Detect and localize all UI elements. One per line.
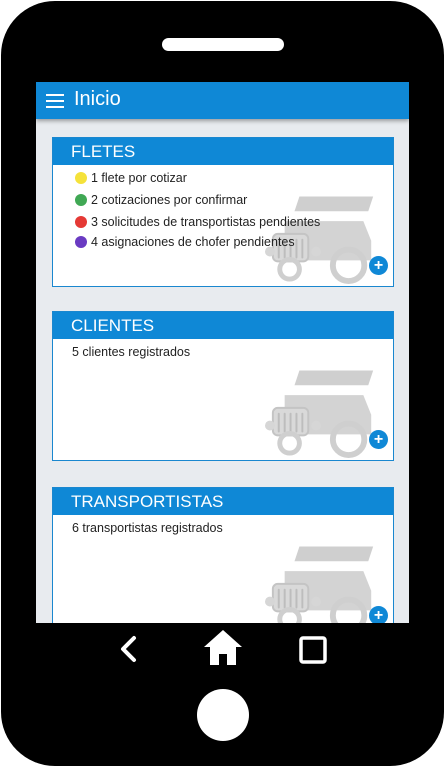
transportistas-card[interactable]: TRANSPORTISTAS 6 transportistas registra… bbox=[52, 487, 394, 623]
clientes-card[interactable]: CLIENTES 5 clientes registrados + bbox=[52, 311, 394, 461]
status-dot-red bbox=[75, 216, 87, 228]
page-title: Inicio bbox=[74, 88, 121, 110]
clientes-count-text: 5 clientes registrados bbox=[72, 345, 191, 359]
transportistas-count-text: 6 transportistas registrados bbox=[72, 521, 223, 535]
phone-speaker bbox=[162, 38, 284, 51]
navigation-bar bbox=[0, 623, 446, 683]
fletes-card-body: 1 flete por cotizar 2 cotizaciones por c… bbox=[53, 165, 393, 286]
fletes-card-title: FLETES bbox=[53, 138, 393, 165]
hamburger-menu-icon[interactable] bbox=[46, 94, 64, 108]
add-transportista-button[interactable]: + bbox=[369, 606, 388, 623]
app-screen: Inicio FLETES 1 flete por cotizar 2 coti… bbox=[36, 82, 409, 623]
status-dot-yellow bbox=[75, 172, 87, 184]
status-dot-purple bbox=[75, 236, 87, 248]
add-cliente-button[interactable]: + bbox=[369, 430, 388, 449]
transportistas-card-title: TRANSPORTISTAS bbox=[53, 488, 393, 515]
fletes-item-solicitudes[interactable]: 3 solicitudes de transportistas pendient… bbox=[91, 215, 320, 229]
transportistas-card-body: 6 transportistas registrados + bbox=[53, 515, 393, 623]
clientes-card-title: CLIENTES bbox=[53, 312, 393, 339]
back-chevron-icon[interactable] bbox=[114, 635, 142, 663]
recents-square-icon[interactable] bbox=[299, 636, 327, 664]
add-flete-button[interactable]: + bbox=[369, 256, 388, 275]
fletes-item-cotizar[interactable]: 1 flete por cotizar bbox=[91, 171, 187, 185]
fletes-item-asignaciones[interactable]: 4 asignaciones de chofer pendientes bbox=[91, 235, 295, 249]
fletes-item-confirmar[interactable]: 2 cotizaciones por confirmar bbox=[91, 193, 247, 207]
truck-icon bbox=[265, 341, 383, 459]
status-dot-green bbox=[75, 194, 87, 206]
truck-icon bbox=[265, 517, 383, 623]
home-icon[interactable] bbox=[203, 628, 243, 666]
fletes-card[interactable]: FLETES 1 flete por cotizar 2 cotizacione… bbox=[52, 137, 394, 287]
app-bar: Inicio bbox=[36, 82, 409, 119]
physical-home-button[interactable] bbox=[197, 689, 249, 741]
clientes-card-body: 5 clientes registrados + bbox=[53, 339, 393, 460]
